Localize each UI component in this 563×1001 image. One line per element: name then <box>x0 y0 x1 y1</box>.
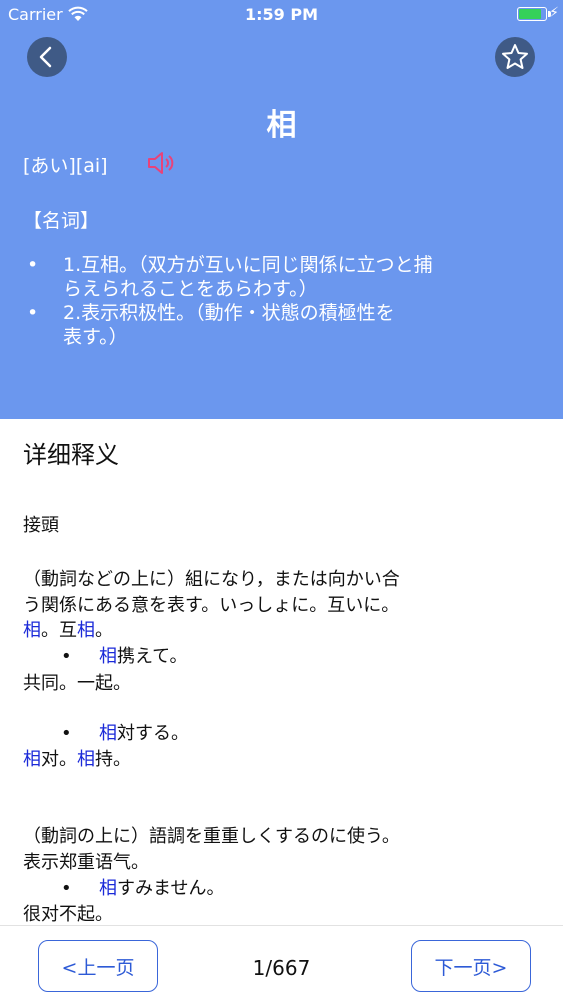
detail-text: 。 <box>95 620 113 641</box>
next-page-button[interactable]: 下一页> <box>411 940 531 992</box>
highlight-word: 相 <box>99 878 117 899</box>
bullet: • <box>27 254 39 276</box>
definition-item: • 2.表示积极性。（動作・状態の積極性を 表す。） <box>23 301 523 349</box>
word-header: Carrier 1:59 PM ⚡ 相 [あい][ai] 【名词】 • 1.互相… <box>0 0 563 419</box>
definition-text: 表す。） <box>63 326 128 348</box>
example-text: 持。 <box>95 749 131 770</box>
detail-title: 详细释义 <box>23 441 119 469</box>
definition-text: 1.互相。（双方が互いに同じ関係に立つと捕 <box>63 254 433 276</box>
highlight-word: 相 <box>23 620 41 641</box>
detail-text: （動詞の上に）語調を重重しくするのに使う。 <box>23 826 400 847</box>
reading: [あい][ai] <box>23 155 108 177</box>
favorite-button[interactable] <box>495 37 535 77</box>
clock: 1:59 PM <box>244 5 318 24</box>
back-button[interactable] <box>27 37 67 77</box>
prefix-label: 接頭 <box>23 515 59 536</box>
highlight-word: 相 <box>99 646 117 667</box>
example-translation: 相对。相持。 <box>23 748 543 772</box>
definition-text: らえられることをあらわす。） <box>63 278 318 300</box>
detail-text: （動詞などの上に）組になり，または向かい合 <box>23 569 400 590</box>
highlight-word: 相 <box>23 749 41 770</box>
star-outline-icon <box>502 44 528 69</box>
example-text: すみません。 <box>117 878 225 899</box>
definition-item: • 1.互相。（双方が互いに同じ関係に立つと捕 らえられることをあらわす。） <box>23 253 523 301</box>
bullet: • <box>61 723 72 744</box>
example-text: 携えて。 <box>117 646 188 667</box>
detail-text: 表示郑重语气。 <box>23 852 149 873</box>
highlight-word: 相 <box>77 749 95 770</box>
example-text: 対する。 <box>117 723 189 744</box>
chevron-left-icon <box>39 46 52 68</box>
status-bar: Carrier 1:59 PM ⚡ <box>0 0 563 30</box>
detail-text: う関係にある意を表す。いっしょに。互いに。 <box>23 595 400 616</box>
detail-text: 相。互相。 <box>23 619 543 643</box>
part-of-speech: 【名词】 <box>23 210 100 232</box>
highlight-word: 相 <box>99 723 117 744</box>
battery-icon <box>517 7 547 21</box>
definition-list: • 1.互相。（双方が互いに同じ関係に立つと捕 らえられることをあらわす。） •… <box>23 253 523 349</box>
example-translation: 很对不起。 <box>23 904 113 925</box>
bullet: • <box>27 302 39 324</box>
definition-text: 2.表示积极性。（動作・状態の積極性を <box>63 302 395 324</box>
bullet: • <box>61 646 72 667</box>
detail-text: 。互 <box>41 620 77 641</box>
bullet: • <box>61 878 72 899</box>
example-text: 对。 <box>41 749 77 770</box>
speaker-icon[interactable] <box>146 149 178 177</box>
charging-icon: ⚡ <box>549 5 559 21</box>
headword: 相 <box>266 108 297 143</box>
pagination-bar: <上一页 1/667 下一页> <box>0 925 563 1001</box>
highlight-word: 相 <box>77 620 95 641</box>
example-translation: 共同。一起。 <box>23 673 131 694</box>
